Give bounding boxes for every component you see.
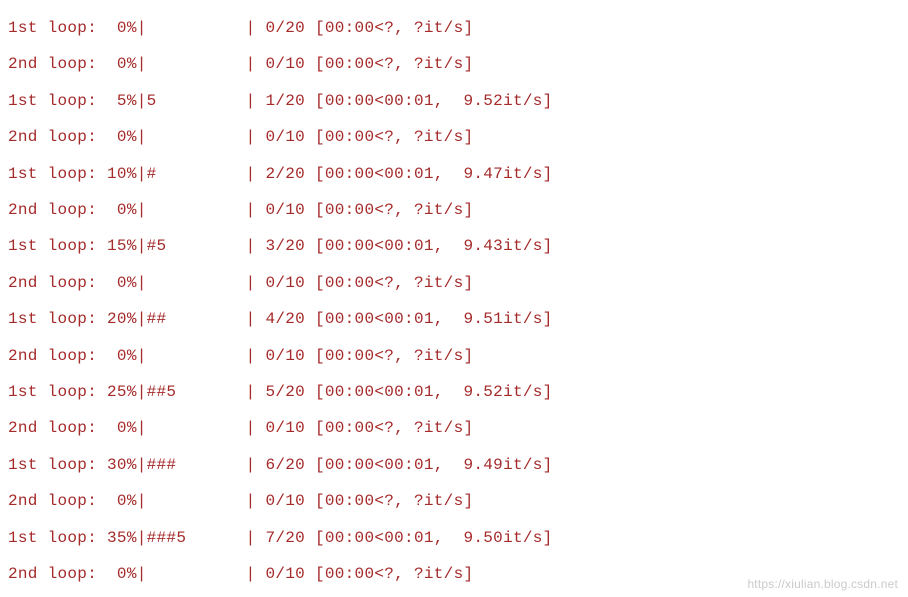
watermark-text: https://xiulian.blog.csdn.net [747,577,898,591]
progress-line: 1st loop: 30%|### | 6/20 [00:00<00:01, 9… [8,447,900,483]
progress-line: 1st loop: 10%|# | 2/20 [00:00<00:01, 9.4… [8,156,900,192]
progress-line: 2nd loop: 0%| | 0/10 [00:00<?, ?it/s] [8,410,900,446]
progress-line: 2nd loop: 0%| | 0/10 [00:00<?, ?it/s] [8,119,900,155]
progress-line: 2nd loop: 0%| | 0/10 [00:00<?, ?it/s] [8,192,900,228]
progress-line: 2nd loop: 0%| | 0/10 [00:00<?, ?it/s] [8,265,900,301]
progress-line: 1st loop: 20%|## | 4/20 [00:00<00:01, 9.… [8,301,900,337]
progress-line: 2nd loop: 0%| | 0/10 [00:00<?, ?it/s] [8,483,900,519]
progress-line: 1st loop: 35%|###5 | 7/20 [00:00<00:01, … [8,520,900,556]
progress-line: 1st loop: 0%| | 0/20 [00:00<?, ?it/s] [8,10,900,46]
terminal-output: 1st loop: 0%| | 0/20 [00:00<?, ?it/s]2nd… [8,10,900,593]
progress-line: 1st loop: 5%|5 | 1/20 [00:00<00:01, 9.52… [8,83,900,119]
progress-line: 1st loop: 15%|#5 | 3/20 [00:00<00:01, 9.… [8,228,900,264]
progress-line: 1st loop: 25%|##5 | 5/20 [00:00<00:01, 9… [8,374,900,410]
progress-line: 2nd loop: 0%| | 0/10 [00:00<?, ?it/s] [8,338,900,374]
progress-line: 2nd loop: 0%| | 0/10 [00:00<?, ?it/s] [8,46,900,82]
